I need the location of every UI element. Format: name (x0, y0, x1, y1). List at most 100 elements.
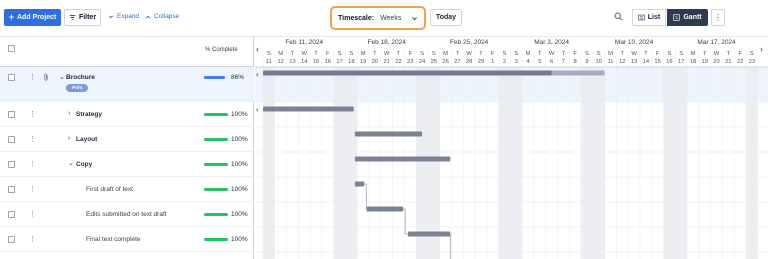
table-row[interactable]: ⋮ › Layout 100% (0, 127, 254, 152)
progress-fill (204, 138, 228, 141)
weekday-label: W (301, 51, 307, 57)
more-options-button[interactable]: ⋮ (711, 9, 725, 26)
row-checkbox[interactable] (8, 211, 15, 218)
timescale-select[interactable]: Timescale: Weeks (330, 6, 426, 30)
attachment-icon[interactable] (43, 73, 49, 81)
weekend-column (498, 67, 511, 259)
day-number-label: 19 (702, 59, 708, 65)
task-name[interactable]: Copy (76, 161, 92, 168)
task-bar[interactable] (407, 231, 451, 237)
row-checkbox[interactable] (8, 74, 15, 81)
drag-handle-icon[interactable]: ⋮ (29, 73, 36, 81)
weekday-label: T (562, 51, 566, 57)
day-number-label: 13 (631, 59, 637, 65)
weekday-label: M (526, 51, 531, 57)
weekday-label: F (573, 51, 577, 57)
day-number-label: 25 (431, 59, 437, 65)
pct-value: 86% (231, 74, 245, 81)
weekday-label: M (361, 51, 366, 57)
weekday-label: S (349, 51, 353, 57)
filter-button[interactable]: Filter (64, 9, 101, 26)
row-checkbox[interactable] (8, 111, 15, 118)
chevron-down-icon[interactable]: ⌄ (59, 73, 65, 81)
task-bar[interactable] (354, 156, 451, 162)
weekday-label: W (714, 51, 720, 57)
task-name[interactable]: Final text complete (86, 236, 141, 243)
day-number-label: 12 (619, 59, 625, 65)
week-label: Mar 3, 2024 (534, 39, 569, 46)
progress-fill (204, 163, 228, 166)
gantt-timeline[interactable]: Feb 11, 2024 Feb 18, 2024 Feb 25, 2024 Mar … (255, 37, 768, 259)
day-number-label: 7 (562, 59, 565, 65)
weekday-label: S (514, 51, 518, 57)
weekday-label: F (326, 51, 330, 57)
weekday-label: T (538, 51, 542, 57)
list-view-button[interactable]: List (632, 9, 666, 26)
scroll-left-icon[interactable]: ‹ (256, 44, 259, 54)
row-checkbox[interactable] (8, 186, 15, 193)
day-number-label: 29 (478, 59, 484, 65)
weekday-label: T (727, 51, 731, 57)
day-number-label: 28 (466, 59, 472, 65)
table-row[interactable]: ⋮ ⌄ Copy 100% (0, 152, 254, 177)
search-icon[interactable] (614, 12, 623, 21)
add-project-button[interactable]: + Add Project (4, 9, 61, 26)
drag-handle-icon[interactable]: ⋮ (29, 185, 36, 193)
table-row[interactable]: ⋮ ⌄ Brochure Print 86% (0, 67, 254, 102)
weekday-label: F (738, 51, 742, 57)
drag-handle-icon[interactable]: ⋮ (29, 110, 36, 118)
drag-handle-icon[interactable]: ⋮ (29, 235, 36, 243)
row-checkbox[interactable] (8, 161, 15, 168)
progress-bar (204, 213, 228, 216)
table-row[interactable]: ⋮ Final text complete 100% (0, 227, 254, 252)
weekday-label: T (479, 51, 483, 57)
task-name[interactable]: Brochure (66, 74, 95, 81)
timescale-value: Weeks (380, 14, 402, 22)
task-bar[interactable] (354, 131, 423, 137)
task-name[interactable]: Edits submitted on text draft (86, 211, 167, 218)
table-row[interactable]: ⋮ › Strategy 100% (0, 102, 254, 127)
gantt-view-button[interactable]: Gantt (667, 9, 708, 26)
today-button[interactable]: Today (430, 9, 462, 26)
table-row[interactable]: ⋮ First draft of text 100% (0, 177, 254, 202)
chevron-down-icon (108, 14, 114, 18)
day-number-label: 26 (442, 59, 448, 65)
weekday-label: T (397, 51, 401, 57)
collapse-label: Collapse (154, 13, 180, 20)
collapse-arrow-icon[interactable]: ‹ (256, 70, 259, 79)
drag-handle-icon[interactable]: ⋮ (29, 135, 36, 143)
row-checkbox[interactable] (8, 136, 15, 143)
progress-bar (204, 188, 228, 191)
gantt-chart[interactable]: Feb 11, 2024 Feb 18, 2024 Feb 25, 2024 Mar … (255, 37, 768, 259)
day-number-label: 8 (574, 59, 577, 65)
task-name[interactable]: Layout (76, 136, 97, 143)
day-number-label: 19 (360, 59, 366, 65)
week-label: Feb 11, 2024 (285, 39, 323, 46)
drag-handle-icon[interactable]: ⋮ (29, 210, 36, 218)
select-all-checkbox[interactable] (8, 45, 15, 52)
dependency-connector (403, 208, 408, 235)
weekday-label: F (408, 51, 412, 57)
day-number-label: 11 (607, 59, 613, 65)
row-checkbox[interactable] (8, 236, 15, 243)
chevron-right-icon[interactable]: › (68, 110, 70, 117)
task-bar[interactable] (366, 206, 404, 212)
drag-handle-icon[interactable]: ⋮ (29, 160, 36, 168)
gantt-icon (673, 14, 681, 21)
progress-fill (204, 76, 225, 79)
weekday-label: F (656, 51, 660, 57)
table-row[interactable]: ⋮ Edits submitted on text draft 100% (0, 202, 254, 227)
chevron-right-icon[interactable]: › (68, 135, 70, 142)
weekend-column (581, 67, 593, 259)
chevron-down-icon[interactable]: ⌄ (68, 159, 74, 167)
expand-link[interactable]: Expand (108, 13, 139, 20)
scroll-right-icon[interactable]: › (760, 44, 763, 54)
task-name[interactable]: Strategy (76, 111, 102, 118)
collapse-arrow-icon[interactable]: ‹ (256, 105, 259, 114)
collapse-link[interactable]: Collapse (145, 13, 179, 20)
pct-value: 100% (231, 111, 248, 118)
task-bar[interactable] (263, 106, 354, 112)
progress-bar (204, 76, 228, 79)
task-name[interactable]: First draft of text (86, 186, 133, 193)
task-bar[interactable] (354, 181, 365, 187)
